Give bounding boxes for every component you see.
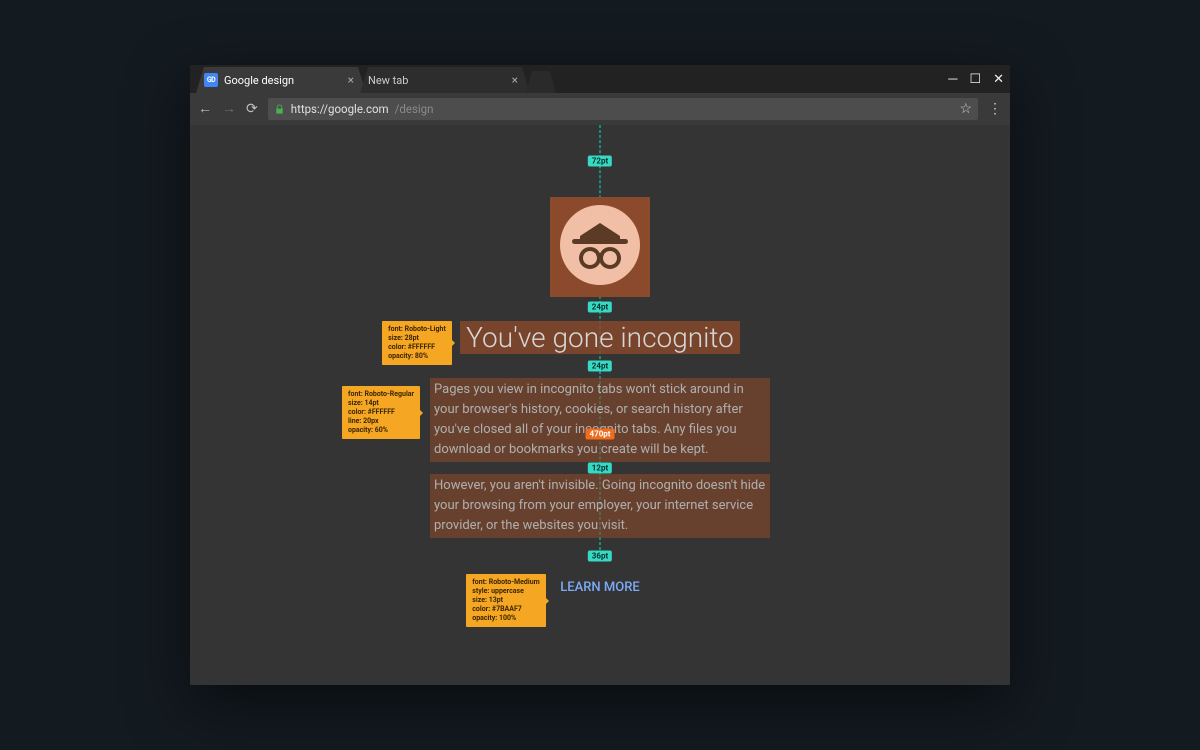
spacing-chip: 12pt [588,463,612,474]
lock-icon [274,104,285,115]
typography-spec-callout: font: Roboto-Light size: 28pt color: #FF… [382,321,452,365]
toolbar: ← → ⟳ https://google.com/design ☆ ⋮ [190,93,1010,125]
page-content: 24pt font: Roboto-Light size: 28pt color… [190,125,1010,601]
body-paragraph-2: However, you aren't invisible. Going inc… [430,474,770,538]
minimize-icon[interactable]: ─ [948,71,957,87]
url-origin: https://google.com [291,102,389,116]
page-title: You've gone incognito [460,321,740,354]
tab-label: New tab [368,74,408,87]
typography-spec-callout: font: Roboto-Regular size: 14pt color: #… [342,386,420,439]
close-window-icon[interactable]: ✕ [993,72,1004,87]
incognito-icon-container: 24pt [550,197,650,297]
close-icon[interactable]: × [508,73,522,87]
body-block: font: Roboto-Regular size: 14pt color: #… [430,378,770,538]
close-icon[interactable]: × [344,73,358,87]
learn-more-button[interactable]: LEARN MORE [550,574,649,601]
browser-window: GD Google design × New tab × ─ ☐ ✕ ← → ⟳… [190,65,1010,685]
tab-active[interactable]: GD Google design × [196,67,366,93]
typography-spec-callout: font: Roboto-Medium style: uppercase siz… [466,574,545,627]
new-tab-button[interactable] [526,71,556,93]
url-path: /design [395,102,434,116]
spacing-chip: 24pt [588,361,612,372]
window-controls: ─ ☐ ✕ [948,65,1004,93]
kebab-menu-icon[interactable]: ⋮ [988,101,1002,117]
reload-icon[interactable]: ⟳ [246,102,258,116]
incognito-icon [558,203,642,291]
favicon: GD [204,73,218,87]
spacing-chip: 24pt [588,302,612,313]
tab-strip: GD Google design × New tab × ─ ☐ ✕ [190,65,1010,93]
maximize-icon[interactable]: ☐ [969,72,981,87]
body-paragraph-1: Pages you view in incognito tabs won't s… [430,378,770,462]
spacing-chip: 470pt [586,429,615,440]
bookmark-star-icon[interactable]: ☆ [959,101,972,117]
forward-icon[interactable]: → [222,102,236,116]
url-input[interactable]: https://google.com/design ☆ [268,98,978,120]
title-row: font: Roboto-Light size: 28pt color: #FF… [460,321,740,354]
learn-row: font: Roboto-Medium style: uppercase siz… [550,574,649,601]
tab-label: Google design [224,74,294,87]
page-viewport: 72pt 24pt font: Roboto- [190,125,1010,685]
tab-inactive[interactable]: New tab × [360,67,530,93]
spacing-chip: 36pt [588,551,612,562]
back-icon[interactable]: ← [198,102,212,116]
